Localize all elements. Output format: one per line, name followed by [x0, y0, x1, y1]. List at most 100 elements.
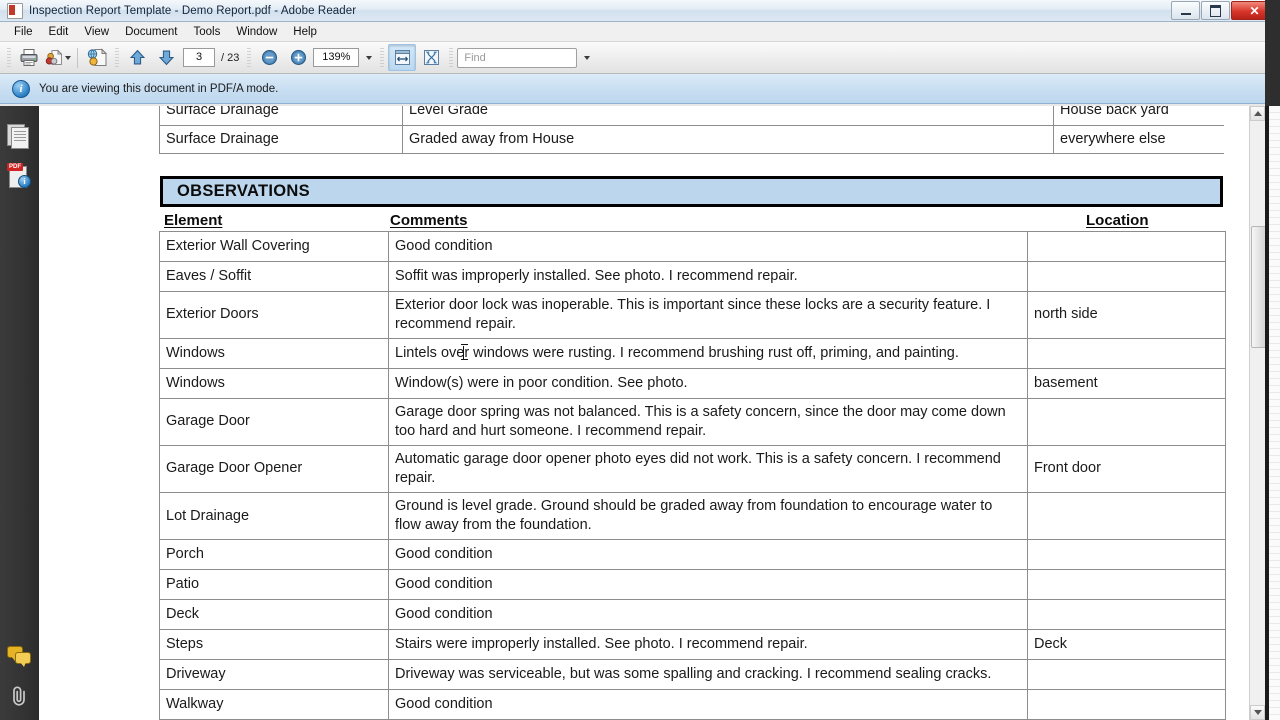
email-document-button[interactable]	[44, 44, 72, 71]
maximize-button[interactable]	[1201, 1, 1230, 20]
cell-location	[1027, 338, 1226, 370]
menu-view[interactable]: View	[76, 24, 117, 40]
cell-comments: Good condition	[388, 231, 1028, 262]
pdf-page-clip: Surface Drainage Level Grade House back …	[39, 106, 1249, 720]
table-row: Garage Door Opener Automatic garage door …	[159, 445, 1226, 494]
arrow-down-icon	[158, 50, 174, 66]
cell-element: Windows	[159, 368, 389, 400]
sidebar-item-pages[interactable]	[7, 124, 32, 149]
cell-location: Front door	[1027, 445, 1226, 494]
menu-tools[interactable]: Tools	[186, 24, 229, 40]
sidebar-item-comments[interactable]	[7, 646, 32, 671]
cell-element: Surface Drainage	[159, 106, 403, 126]
cell-comments: Ground is level grade. Ground should be …	[388, 492, 1028, 541]
fit-width-button[interactable]	[388, 44, 417, 71]
titlebar: Inspection Report Template - Demo Report…	[0, 0, 1280, 22]
cell-location: Deck	[1027, 629, 1226, 661]
scrollbar-thumb[interactable]	[1251, 226, 1265, 348]
toolbar-grip[interactable]	[115, 47, 119, 68]
cell-comments: Graded away from House	[402, 124, 1054, 154]
table-row: Lot Drainage Ground is level grade. Groun…	[159, 492, 1226, 541]
observations-section-banner: OBSERVATIONS	[160, 176, 1223, 207]
surface-drainage-table: Surface Drainage Level Grade House back …	[159, 106, 1224, 154]
collaborate-button[interactable]	[83, 44, 111, 71]
table-row: Steps Stairs were improperly installed. S…	[159, 629, 1226, 661]
window-title: Inspection Report Template - Demo Report…	[29, 4, 357, 17]
menu-file[interactable]: File	[6, 24, 41, 40]
scroll-down-button[interactable]	[1250, 705, 1265, 720]
adobe-reader-icon	[7, 2, 23, 19]
header-element: Element	[164, 212, 223, 229]
cell-comments: Window(s) were in poor condition. See ph…	[388, 368, 1028, 400]
table-row: Surface Drainage Level Grade House back …	[159, 106, 1224, 126]
share-file-icon	[45, 49, 63, 65]
fit-page-button[interactable]	[417, 44, 445, 71]
print-button[interactable]	[15, 44, 43, 71]
cell-element: Garage Door Opener	[159, 445, 389, 494]
menu-edit[interactable]: Edit	[41, 24, 77, 40]
table-row: Deck Good condition	[159, 599, 1226, 631]
cell-location	[1027, 231, 1226, 262]
zoom-in-button[interactable]	[284, 44, 312, 71]
zoom-level-input[interactable]: 139%	[313, 48, 360, 67]
pdfa-standards-icon: PDF i	[7, 163, 31, 188]
menu-document[interactable]: Document	[117, 24, 185, 40]
menu-help[interactable]: Help	[285, 24, 325, 40]
cell-element: Patio	[159, 569, 389, 601]
cell-location	[1027, 261, 1226, 292]
main-window: Inspection Report Template - Demo Report…	[0, 0, 1280, 720]
cell-comments: Good condition	[388, 689, 1028, 720]
table-row: Garage Door Garage door spring was not ba…	[159, 398, 1226, 447]
table-row: Exterior Wall Covering Good condition	[159, 231, 1226, 262]
adobe-reader-window: Inspection Report Template - Demo Report…	[0, 0, 1280, 720]
cell-comments: Good condition	[388, 569, 1028, 601]
cell-element: Deck	[159, 599, 389, 631]
previous-page-button[interactable]	[123, 44, 151, 71]
scroll-up-button[interactable]	[1250, 106, 1265, 121]
cell-comments: Good condition	[388, 539, 1028, 571]
cell-element: Lot Drainage	[159, 492, 389, 541]
minimize-button[interactable]	[1171, 1, 1200, 20]
zoom-dropdown-button[interactable]	[360, 44, 376, 71]
sidebar-item-attachments[interactable]	[7, 684, 32, 709]
cell-location: basement	[1027, 368, 1226, 400]
next-page-button[interactable]	[152, 44, 180, 71]
chevron-down-icon[interactable]	[65, 55, 71, 60]
pdf-page: Surface Drainage Level Grade House back …	[39, 106, 1249, 720]
comments-icon	[7, 646, 31, 667]
vertical-scrollbar[interactable]	[1249, 106, 1265, 720]
sidebar-item-standards[interactable]: PDF i	[7, 163, 32, 188]
toolbar-grip[interactable]	[247, 47, 252, 68]
cell-element: Exterior Wall Covering	[159, 231, 389, 262]
pdf-viewport[interactable]: Surface Drainage Level Grade House back …	[39, 106, 1265, 720]
window-controls: ✕	[1171, 1, 1278, 20]
page-number-input[interactable]: 3	[183, 48, 215, 67]
cell-location: north side	[1027, 290, 1226, 340]
cell-comments: Lintels over windows were rusting. I rec…	[388, 338, 1028, 370]
globe-document-icon	[87, 48, 108, 66]
menu-window[interactable]: Window	[228, 24, 285, 40]
chevron-down-icon	[583, 55, 590, 60]
cell-location	[1027, 659, 1226, 691]
cell-comments: Exterior door lock was inoperable. This …	[388, 290, 1028, 340]
cell-element: Driveway	[159, 659, 389, 691]
observations-table: Exterior Wall Covering Good condition Eave…	[159, 231, 1226, 720]
table-row: Windows Lintels over windows were rusting…	[159, 338, 1226, 370]
toolbar-grip[interactable]	[380, 47, 385, 68]
chevron-down-icon	[365, 55, 372, 60]
minimize-icon	[1180, 12, 1191, 15]
cell-element: Porch	[159, 539, 389, 571]
navigation-pane: PDF i	[0, 106, 40, 720]
find-dropdown-button[interactable]	[578, 44, 594, 71]
info-icon: i	[12, 79, 30, 98]
zoom-out-button[interactable]	[255, 44, 283, 71]
find-input[interactable]: Find	[457, 47, 578, 68]
cell-comments: Garage door spring was not balanced. Thi…	[388, 398, 1028, 447]
document-body: PDF i Surface Drainage Level Grade House…	[0, 106, 1280, 720]
maximize-icon	[1210, 4, 1221, 17]
cell-element: Walkway	[159, 689, 389, 720]
header-comments: Comments	[390, 212, 468, 229]
toolbar-grip[interactable]	[449, 47, 454, 68]
toolbar-grip[interactable]	[7, 47, 11, 68]
text-cursor	[461, 344, 468, 362]
